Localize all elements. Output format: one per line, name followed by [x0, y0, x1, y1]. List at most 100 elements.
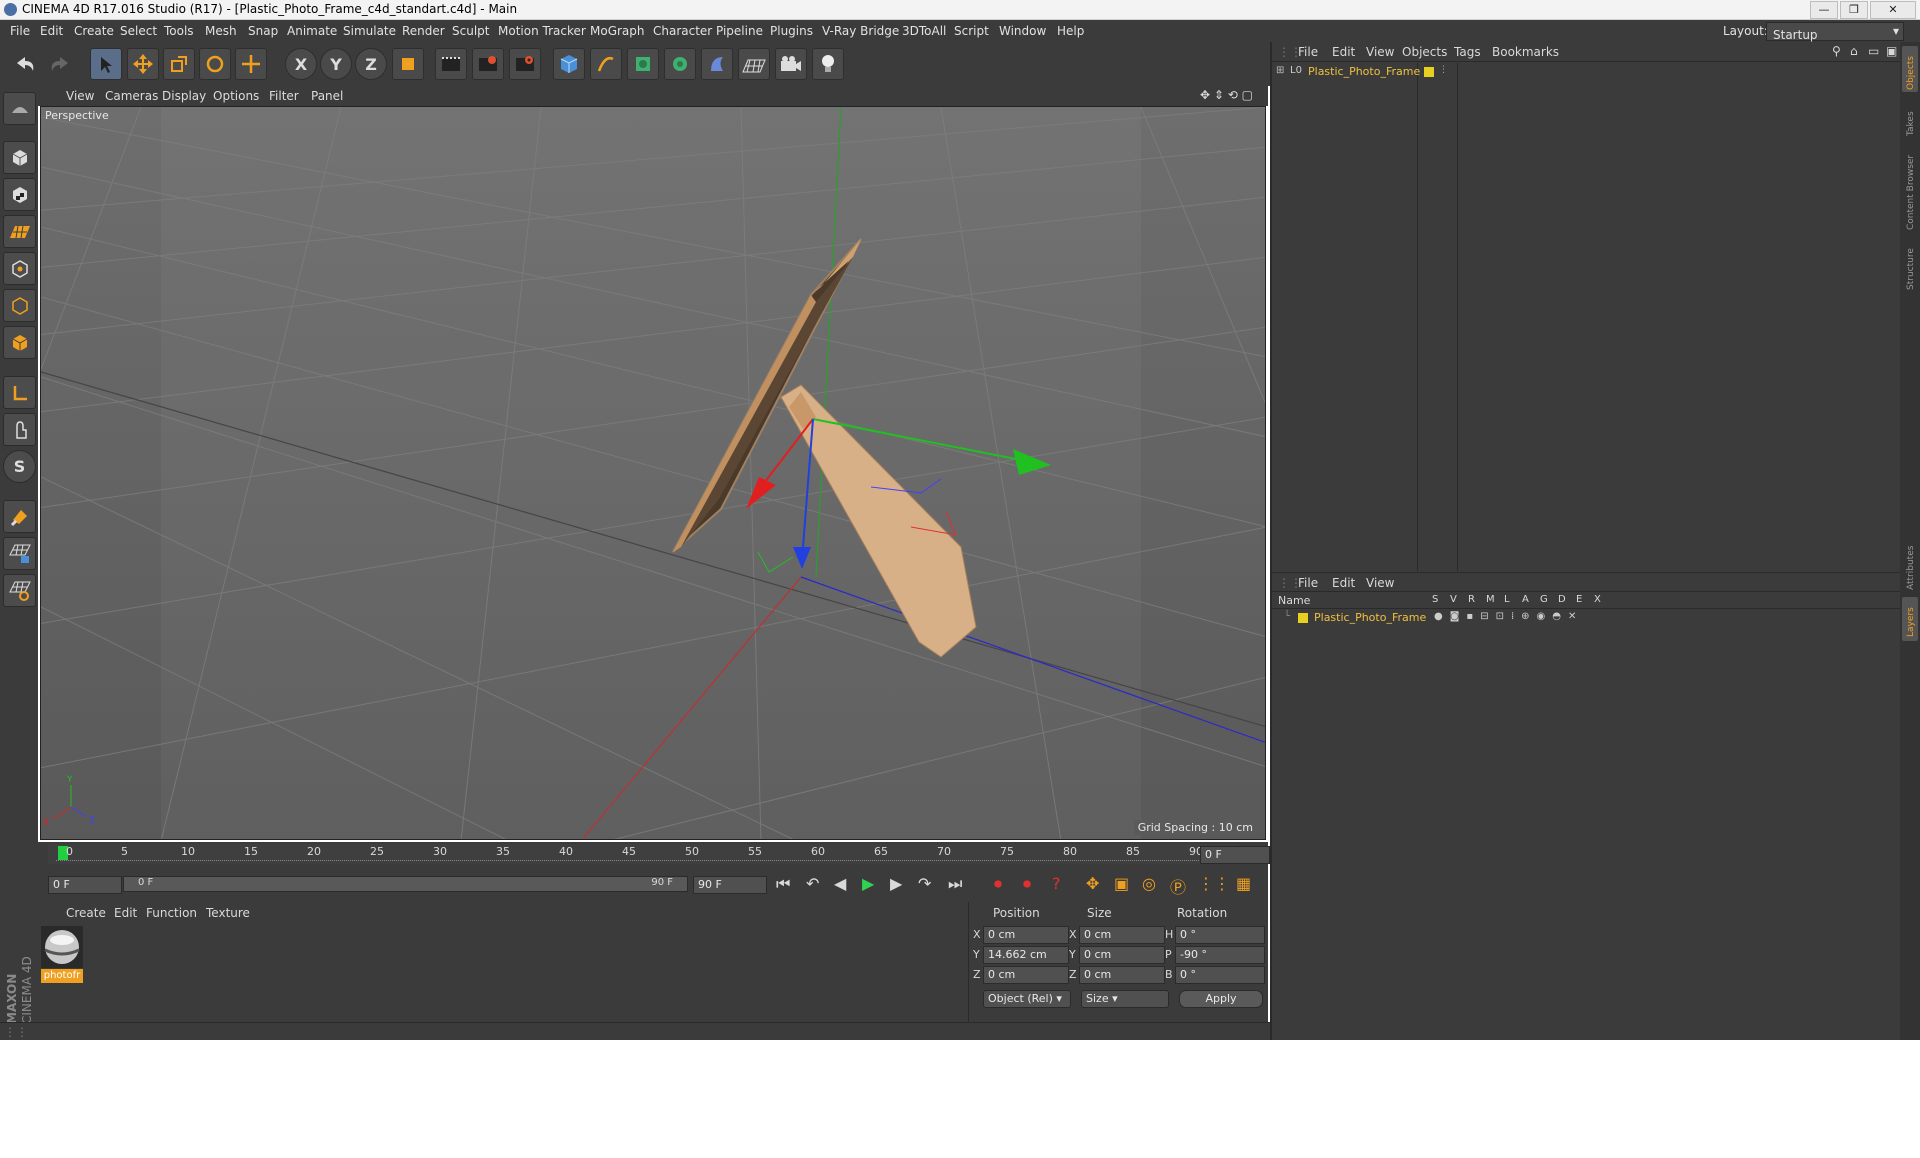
start-frame-field[interactable]: 0 F [48, 876, 122, 894]
tweak-mode-icon[interactable] [3, 413, 36, 446]
menu-sculpt[interactable]: Sculpt [452, 24, 489, 38]
magnet-icon[interactable] [3, 500, 36, 533]
deformer-icon[interactable] [701, 48, 733, 80]
go-to-start-icon[interactable]: ⏮ [776, 874, 790, 894]
timeline-window-icon[interactable]: ▦ [1236, 874, 1251, 893]
col-x[interactable]: X [1594, 594, 1601, 605]
om-menu-objects[interactable]: Objects [1402, 45, 1447, 59]
om-menu-bookmarks[interactable]: Bookmarks [1492, 45, 1559, 59]
make-editable-icon[interactable] [3, 92, 36, 125]
pos-z-field[interactable]: 0 cm [983, 966, 1069, 984]
maximize-panel-icon[interactable]: ▣ [1886, 44, 1897, 58]
col-v[interactable]: V [1450, 594, 1457, 605]
light-icon[interactable] [812, 48, 844, 80]
material-menu-create[interactable]: Create [66, 906, 106, 920]
floor-icon[interactable] [738, 48, 770, 80]
menu-select[interactable]: Select [120, 24, 157, 38]
close-button[interactable]: ✕ [1870, 1, 1916, 19]
model-mode-icon[interactable] [3, 141, 36, 174]
layout-dropdown[interactable]: Startup ▾ [1766, 22, 1904, 42]
viewport-menu-cameras[interactable]: Cameras [105, 89, 158, 103]
pos-y-field[interactable]: 14.662 cm [983, 946, 1069, 964]
previous-frame-icon[interactable]: ◀ [834, 874, 846, 893]
go-to-end-icon[interactable]: ⏭ [948, 874, 962, 894]
menu-animate[interactable]: Animate [287, 24, 337, 38]
om-menu-view[interactable]: View [1366, 45, 1394, 59]
viewport-navigation-icons[interactable]: ✥ ⇕ ⟲ ▢ [1200, 88, 1253, 102]
points-mode-icon[interactable] [3, 252, 36, 285]
layer-toggle-icons[interactable]: ●◙▪⊟⊡⁞⊕◉◓✕ [1434, 611, 1583, 622]
tab-structure[interactable]: Structure [1902, 236, 1918, 292]
select-icon[interactable] [90, 48, 122, 80]
redo-icon[interactable] [45, 48, 75, 78]
parameter-key-icon[interactable]: Ⓟ [1170, 874, 1186, 898]
menu-pipeline[interactable]: Pipeline [716, 24, 763, 38]
range-slider[interactable]: 0 F 90 F [123, 876, 688, 892]
om-menu-file[interactable]: File [1298, 45, 1318, 59]
transform-icon[interactable] [235, 48, 267, 80]
layer-color-swatch[interactable] [1298, 613, 1308, 623]
render-settings-icon[interactable] [509, 48, 541, 80]
autokey-icon[interactable]: ⏺ [1023, 874, 1031, 894]
viewport-menu-panel[interactable]: Panel [311, 89, 343, 103]
previous-key-icon[interactable]: ↶ [806, 874, 819, 893]
snap-lock-icon[interactable] [3, 537, 36, 570]
menu-create[interactable]: Create [74, 24, 114, 38]
size-mode-dropdown[interactable]: Size ▾ [1081, 990, 1169, 1008]
material-menu-edit[interactable]: Edit [114, 906, 137, 920]
menu-vray-bridge[interactable]: V-Ray Bridge [822, 24, 899, 38]
material-menu-function[interactable]: Function [146, 906, 197, 920]
y-axis-lock-button[interactable]: Y [320, 48, 352, 80]
viewport-menu-display[interactable]: Display [162, 89, 206, 103]
coordinate-system-icon[interactable] [392, 48, 424, 80]
record-keys-icon[interactable]: ⏺ [994, 874, 1002, 894]
maximize-button[interactable]: ❐ [1840, 1, 1868, 19]
scale-icon[interactable] [163, 48, 195, 80]
solo-icon[interactable]: S [3, 450, 36, 483]
current-frame-field[interactable]: 0 F [1200, 846, 1270, 864]
col-a[interactable]: A [1522, 594, 1529, 605]
lm-menu-view[interactable]: View [1366, 576, 1394, 590]
z-axis-lock-button[interactable]: Z [355, 48, 387, 80]
point-level-animation-icon[interactable]: ⋮⋮ [1198, 874, 1230, 893]
size-z-field[interactable]: 0 cm [1079, 966, 1165, 984]
viewport-menu-options[interactable]: Options [213, 89, 259, 103]
col-g[interactable]: G [1540, 594, 1548, 605]
next-key-icon[interactable]: ↷ [918, 874, 931, 893]
col-l[interactable]: L [1504, 594, 1510, 605]
size-y-field[interactable]: 0 cm [1079, 946, 1165, 964]
coordinate-mode-dropdown[interactable]: Object (Rel) ▾ [983, 990, 1071, 1008]
menu-mograph[interactable]: MoGraph [590, 24, 645, 38]
tab-takes[interactable]: Takes [1902, 98, 1918, 138]
tab-content-browser[interactable]: Content Browser [1902, 142, 1918, 232]
undo-icon[interactable] [10, 48, 40, 78]
play-icon[interactable]: ▶ [862, 874, 874, 893]
search-icon[interactable]: ⚲ [1832, 44, 1841, 58]
menu-simulate[interactable]: Simulate [343, 24, 396, 38]
menu-snap[interactable]: Snap [248, 24, 278, 38]
rot-p-field[interactable]: -90 ° [1175, 946, 1265, 964]
tab-layers[interactable]: Layers [1902, 597, 1918, 641]
col-d[interactable]: D [1558, 594, 1566, 605]
scale-key-icon[interactable]: ▣ [1114, 874, 1129, 893]
snap-settings-icon[interactable] [3, 574, 36, 607]
perspective-viewport[interactable]: Y X Z Perspective Grid Spacing : 10 cm [40, 106, 1266, 840]
subdivision-icon[interactable] [627, 48, 659, 80]
material-menu-texture[interactable]: Texture [206, 906, 250, 920]
lm-menu-file[interactable]: File [1298, 576, 1318, 590]
layer-row-plastic-photo-frame[interactable]: └ Plastic_Photo_Frame ●◙▪⊟⊡⁞⊕◉◓✕ [1276, 611, 1656, 627]
polygons-mode-icon[interactable] [3, 326, 36, 359]
viewport-menu-view[interactable]: View [66, 89, 94, 103]
menu-render[interactable]: Render [402, 24, 445, 38]
render-view-icon[interactable] [435, 48, 467, 80]
viewport-menu-filter[interactable]: Filter [269, 89, 299, 103]
size-x-field[interactable]: 0 cm [1079, 926, 1165, 944]
expand-icon[interactable]: ⊞ [1276, 65, 1284, 76]
layer-color-tag[interactable] [1424, 67, 1434, 77]
menu-tools[interactable]: Tools [164, 24, 194, 38]
cube-icon[interactable] [553, 48, 585, 80]
rotate-icon[interactable] [199, 48, 231, 80]
pen-icon[interactable] [590, 48, 622, 80]
menu-motion-tracker[interactable]: Motion Tracker [498, 24, 586, 38]
camera-icon[interactable] [775, 48, 807, 80]
